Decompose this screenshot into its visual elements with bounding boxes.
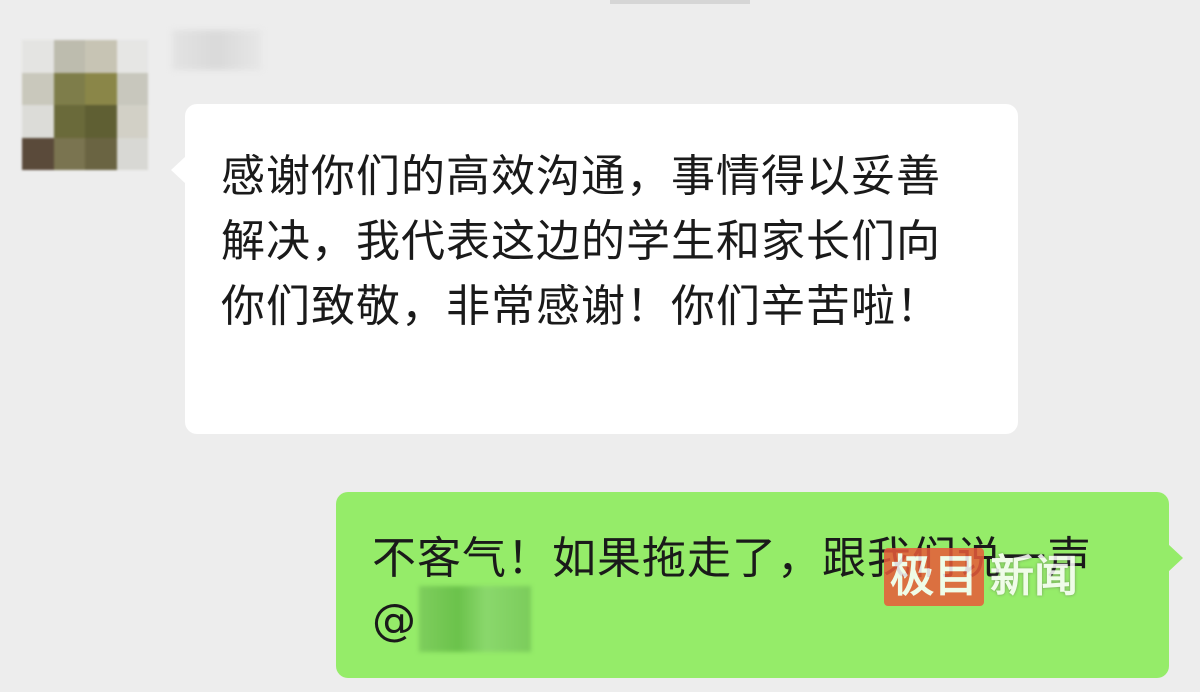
contact-name-redacted (172, 30, 262, 70)
mention-redacted (419, 586, 531, 652)
watermark-logo: 极目 新闻 (884, 548, 1078, 606)
top-divider (610, 0, 750, 4)
chat-area: 感谢你们的高效沟通，事情得以妥善解决，我代表这边的学生和家长们向你们致敬，非常感… (0, 0, 1200, 692)
contact-avatar[interactable] (22, 40, 148, 170)
watermark-brand-box: 极目 (884, 548, 984, 606)
message-bubble-received[interactable]: 感谢你们的高效沟通，事情得以妥善解决，我代表这边的学生和家长们向你们致敬，非常感… (171, 104, 1018, 434)
watermark-brand-text: 新闻 (990, 551, 1078, 602)
message-text: 感谢你们的高效沟通，事情得以妥善解决，我代表这边的学生和家长们向你们致敬，非常感… (221, 151, 941, 332)
